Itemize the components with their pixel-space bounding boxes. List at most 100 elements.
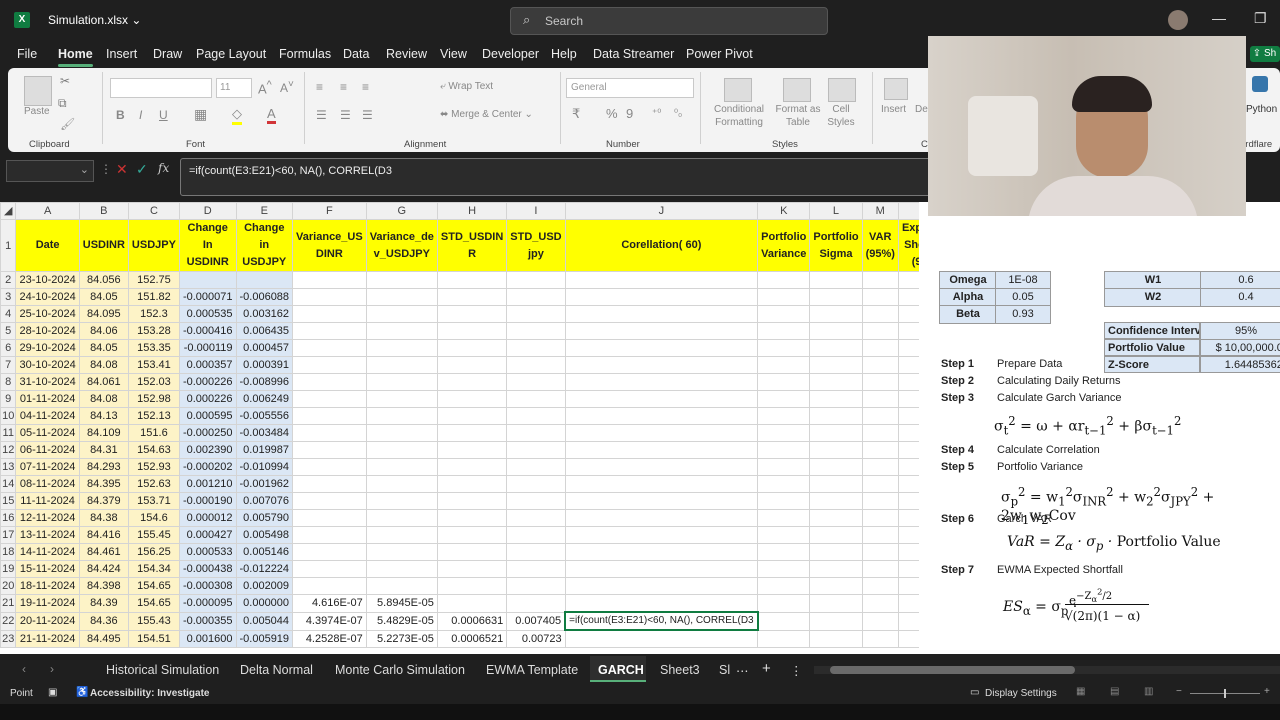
variance-usdinr-cell[interactable] [292,509,367,527]
menu-data-streamer[interactable]: Data Streamer [593,47,674,61]
std-usdinr-cell[interactable] [436,390,508,408]
date-cell[interactable]: 12-11-2024 [15,509,80,527]
portfolio-variance-cell[interactable] [757,492,811,510]
header-cell[interactable]: Expected Shortfall (95%) [897,219,919,272]
usdjpy-cell[interactable]: 155.43 [127,611,180,631]
std-usdjpy-cell[interactable] [506,322,566,340]
var-cell[interactable] [861,611,899,631]
change-usdjpy-cell[interactable]: 0.003162 [235,305,294,323]
correlation-cell[interactable] [564,390,759,408]
correlation-cell[interactable] [564,509,759,527]
change-usdjpy-cell[interactable]: 0.006249 [235,390,294,408]
search-box[interactable]: ⌕ Search [510,7,828,35]
std-usdjpy-cell[interactable] [506,475,566,493]
tab-sheet3[interactable]: Sheet3 [660,663,700,677]
change-usdjpy-cell[interactable]: 0.002009 [235,577,294,595]
std-usdinr-cell[interactable] [436,441,508,459]
macro-record-icon[interactable]: ▣ [48,687,57,698]
portfolio-sigma-cell[interactable] [809,356,863,374]
add-sheet-icon[interactable]: + [762,660,771,677]
correlation-cell[interactable] [564,458,759,476]
row-header[interactable]: 7 [0,356,17,374]
row-header[interactable]: 4 [0,305,17,323]
variance-usdjpy-cell[interactable] [365,526,438,544]
usdinr-cell[interactable]: 84.36 [78,611,129,631]
usdjpy-cell[interactable]: 152.98 [127,390,180,408]
header-cell[interactable]: STD_USDIN R [436,219,508,272]
usdinr-cell[interactable]: 84.08 [78,390,129,408]
variance-usdjpy-cell[interactable] [365,475,438,493]
tab-monte-carlo-simulation[interactable]: Monte Carlo Simulation [335,663,465,677]
std-usdjpy-cell[interactable] [506,305,566,323]
menu-draw[interactable]: Draw [153,47,182,61]
expected-shortfall-cell[interactable] [897,305,919,323]
expected-shortfall-cell[interactable] [897,441,919,459]
usdjpy-cell[interactable]: 152.63 [127,475,180,493]
usdjpy-cell[interactable]: 154.63 [127,441,180,459]
align-right-icon[interactable]: ☰ [362,108,373,122]
std-usdinr-cell[interactable] [436,356,508,374]
variance-usdjpy-cell[interactable] [365,424,438,442]
usdinr-cell[interactable]: 84.293 [78,458,129,476]
expected-shortfall-cell[interactable] [897,373,919,391]
expected-shortfall-cell[interactable] [897,407,919,425]
copy-icon[interactable]: ⧉ [58,96,67,111]
conditional-formatting-label[interactable]: Conditional Formatting [708,103,770,129]
std-usdinr-cell[interactable] [436,577,508,595]
expected-shortfall-cell[interactable] [897,629,919,648]
variance-usdinr-cell[interactable]: 4.3974E-07 [292,611,367,631]
comma-icon[interactable]: 9 [626,106,633,121]
align-bottom-icon[interactable]: ≡ [362,80,369,94]
align-top-icon[interactable]: ≡ [316,80,323,94]
expected-shortfall-cell[interactable] [897,475,919,493]
portfolio-sigma-cell[interactable] [809,543,863,561]
shrink-font-icon[interactable]: A˅ [280,79,294,95]
portfolio-variance-cell[interactable] [757,441,811,459]
row-header[interactable]: 10 [0,407,17,425]
column-header-k[interactable]: K [757,202,811,220]
confidence-label-cell[interactable]: Portfolio Value [1104,339,1200,356]
file-name[interactable]: Simulation.xlsx ⌄ [48,13,141,27]
std-usdinr-cell[interactable] [436,424,508,442]
weight-label-cell[interactable]: W2 [1104,288,1202,307]
std-usdjpy-cell[interactable] [506,492,566,510]
column-header-a[interactable]: A [15,202,80,220]
var-cell[interactable] [861,373,899,391]
std-usdjpy-cell[interactable] [506,594,566,613]
header-cell[interactable]: Change in USDJPY [235,219,294,272]
formula-input[interactable]: =if(count(E3:E21)<60, NA(), CORREL(D3 [180,158,942,196]
variance-usdjpy-cell[interactable] [365,339,438,357]
column-header-j[interactable]: J [564,202,759,220]
correlation-cell[interactable] [564,373,759,391]
avatar[interactable] [1168,10,1188,30]
std-usdinr-cell[interactable] [436,560,508,578]
portfolio-sigma-cell[interactable] [809,526,863,544]
std-usdjpy-cell[interactable] [506,339,566,357]
insert-function-icon[interactable]: fx [158,161,169,175]
usdjpy-cell[interactable]: 153.35 [127,339,180,357]
portfolio-variance-cell[interactable] [757,356,811,374]
usdinr-cell[interactable]: 84.416 [78,526,129,544]
column-header-n[interactable]: N [897,202,919,220]
usdjpy-cell[interactable]: 153.28 [127,322,180,340]
var-cell[interactable] [861,305,899,323]
change-usdinr-cell[interactable]: -0.000226 [178,373,237,391]
column-header-e[interactable]: E [235,202,294,220]
scroll-tabs-right-icon[interactable]: › [50,662,54,676]
variance-usdinr-cell[interactable]: 4.616E-07 [292,594,367,613]
portfolio-sigma-cell[interactable] [809,509,863,527]
portfolio-sigma-cell[interactable] [809,373,863,391]
cell-styles-icon[interactable] [828,78,856,102]
std-usdjpy-cell[interactable] [506,458,566,476]
confidence-label-cell[interactable]: Z-Score [1104,356,1200,373]
portfolio-variance-cell[interactable] [757,288,811,306]
change-usdinr-cell[interactable]: 0.000535 [178,305,237,323]
var-cell[interactable] [861,509,899,527]
correlation-cell[interactable] [564,322,759,340]
var-cell[interactable] [861,475,899,493]
variance-usdjpy-cell[interactable]: 5.8945E-05 [365,594,438,613]
tabs-menu-icon[interactable]: ⋮ [790,663,803,678]
tab-historical-simulation[interactable]: Historical Simulation [106,663,219,677]
portfolio-sigma-cell[interactable] [809,577,863,595]
portfolio-variance-cell[interactable] [757,271,811,289]
